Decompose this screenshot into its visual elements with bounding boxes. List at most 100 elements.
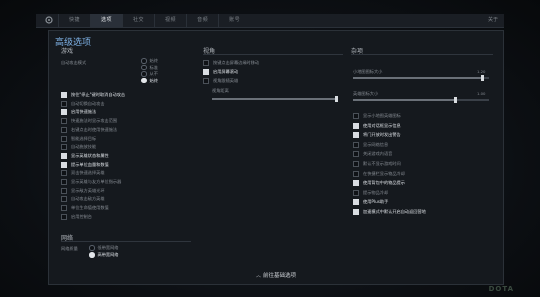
checkbox-label: 提示物品冷却: [363, 189, 389, 195]
checkbox-label: 显示敌方英雄光环: [71, 187, 105, 193]
camera-distance-slider-handle[interactable]: [335, 96, 338, 102]
checkbox-option[interactable]: 提示单位血量和数值: [61, 161, 109, 168]
checkbox-option[interactable]: 将门开放时发出警告: [353, 132, 401, 139]
radio-option[interactable]: 低带宽网络: [89, 245, 118, 251]
checkbox-icon: [61, 135, 67, 142]
slider-value: 1.20: [477, 69, 486, 74]
go-basic-options-button[interactable]: ︿ 前往基础选项: [49, 271, 503, 279]
checkbox-icon: [353, 189, 359, 196]
checkbox-label: 显示英雄与友方单位指示器: [71, 179, 122, 184]
tab-item[interactable]: 选项: [90, 14, 123, 27]
checkbox-option[interactable]: 使用对话框显示信息: [353, 122, 401, 129]
checkbox-icon: [61, 196, 67, 203]
network-label: 网络质量: [61, 246, 78, 251]
checkbox-icon: [353, 122, 359, 129]
checkbox-option[interactable]: 单位生命值使用数值: [61, 205, 109, 212]
checkbox-option[interactable]: 右键点击时使用快速施法: [61, 126, 118, 133]
slider-fill: [353, 77, 483, 79]
checkbox-icon: [61, 109, 67, 116]
checkbox-option[interactable]: 显示敌方英雄光环: [61, 187, 105, 194]
checkbox-icon: [61, 118, 67, 125]
checkbox-label: 使用Plus助手: [363, 199, 389, 205]
checkbox-label: 启用屏幕滚动: [213, 69, 239, 74]
divider: [351, 54, 493, 55]
checkbox-option[interactable]: 显示英雄与友方单位指示器: [61, 179, 121, 185]
divider: [203, 54, 343, 55]
tab-item[interactable]: 账号: [218, 14, 250, 27]
radio-option[interactable]: 始终: [141, 78, 158, 84]
checkbox-option[interactable]: 加速模式中默认开启自动返回营地: [353, 209, 426, 215]
checkbox-label: 显示小地图英雄图标: [363, 113, 401, 118]
checkbox-icon: [353, 161, 359, 167]
checkbox-option[interactable]: 关闭游戏内语音: [353, 151, 392, 158]
checkbox-option[interactable]: 使用Plus助手: [353, 199, 389, 206]
radio-icon: [89, 245, 95, 251]
checkbox-option[interactable]: 在快捷栏显示物品冷却: [353, 170, 405, 177]
checkbox-label: 使用背包中的物品提示: [363, 180, 405, 186]
checkbox-option[interactable]: 双击快速选择英雄: [61, 170, 105, 177]
checkbox-label: 显示英雄状态和属性: [71, 152, 109, 158]
radio-icon: [141, 71, 147, 77]
checkbox-icon: [353, 199, 359, 206]
checkbox-option[interactable]: 自动切换自动攻击: [61, 100, 105, 107]
checkbox-option[interactable]: 智能选择目标: [61, 135, 97, 142]
checkbox-label: 单位生命值使用数值: [71, 205, 109, 211]
tab-item[interactable]: 社交: [122, 14, 154, 27]
radio-label: 始终: [149, 58, 158, 63]
checkbox-option[interactable]: 提示物品冷却: [353, 189, 389, 196]
tab-item[interactable]: 音频: [186, 14, 218, 27]
checkbox-option[interactable]: 显示英雄状态和属性: [61, 152, 109, 159]
checkbox-icon: [61, 152, 67, 159]
checkbox-icon: [203, 69, 209, 75]
radio-option[interactable]: 从不: [141, 71, 158, 77]
checkbox-label: 按键点击屏幕边缘时移动: [213, 60, 260, 65]
chevron-up-icon: ︿: [255, 273, 261, 279]
checkbox-option[interactable]: 启用快速施法: [61, 109, 96, 116]
checkbox-icon: [61, 92, 67, 98]
advanced-options-panel: 高级选项 游戏 自动攻击模式 始终 标准 从不 始终 按住"停止"键时取消自动攻击 自动…: [48, 30, 504, 285]
tab-item[interactable]: 快捷: [58, 14, 90, 27]
checkbox-label: 智能选择目标: [71, 135, 97, 141]
checkbox-option[interactable]: 启用屏幕滚动: [203, 69, 238, 75]
checkbox-icon: [61, 187, 67, 194]
checkbox-label: 右键点击时使用快速施法: [71, 126, 118, 132]
radio-option[interactable]: 高带宽网络: [89, 252, 118, 258]
checkbox-icon: [203, 60, 209, 66]
top-tab-bar: 快捷 选项 社交 视频 音频 账号 关于: [36, 14, 504, 28]
checkbox-icon: [353, 113, 359, 119]
checkbox-label: 视角跟随英雄: [213, 78, 239, 83]
gear-icon[interactable]: [44, 15, 54, 25]
divider: [61, 241, 191, 242]
radio-icon: [89, 252, 95, 258]
go-basic-options-label: 前往基础选项: [263, 273, 297, 279]
checkbox-option[interactable]: 按键点击屏幕边缘时移动: [203, 60, 259, 66]
checkbox-option[interactable]: 显示网络信息: [353, 141, 389, 148]
checkbox-label: 显示网络信息: [363, 141, 389, 147]
tab-item[interactable]: 视频: [154, 14, 186, 27]
checkbox-option[interactable]: 快速施法时显示攻击范围: [61, 118, 117, 125]
checkbox-option[interactable]: 使用背包中的物品提示: [353, 180, 405, 187]
radio-label: 标准: [149, 64, 158, 70]
checkbox-icon: [61, 126, 67, 133]
about-link[interactable]: 关于: [488, 14, 498, 27]
checkbox-option[interactable]: 视角跟随英雄: [203, 78, 238, 84]
radio-option[interactable]: 始终: [141, 58, 158, 64]
slider-handle[interactable]: [480, 75, 484, 81]
slider-label: 小地图图标大小: [353, 69, 383, 74]
radio-icon: [141, 77, 147, 84]
checkbox-option[interactable]: 自动攻击敌方英雄: [61, 196, 105, 203]
checkbox-icon: [61, 170, 67, 177]
slider-handle[interactable]: [453, 97, 457, 103]
radio-option[interactable]: 标准: [141, 65, 158, 71]
checkbox-option[interactable]: 启用控制台: [61, 213, 92, 220]
checkbox-option[interactable]: 显示小地图英雄图标: [353, 113, 401, 119]
checkbox-icon: [61, 179, 67, 185]
checkbox-option[interactable]: 自动施放技能: [61, 144, 96, 151]
slider-label: 英雄图标大小: [353, 91, 379, 96]
camera-distance-slider-fill: [212, 98, 338, 100]
checkbox-option[interactable]: 默认不显示游戏时间: [353, 161, 401, 167]
tab-list: 快捷 选项 社交 视频 音频 账号: [58, 14, 250, 27]
checkbox-label: 自动攻击敌方英雄: [71, 196, 105, 202]
section-title-game: 游戏: [61, 48, 74, 55]
checkbox-option[interactable]: 按住"停止"键时取消自动攻击: [61, 92, 125, 98]
